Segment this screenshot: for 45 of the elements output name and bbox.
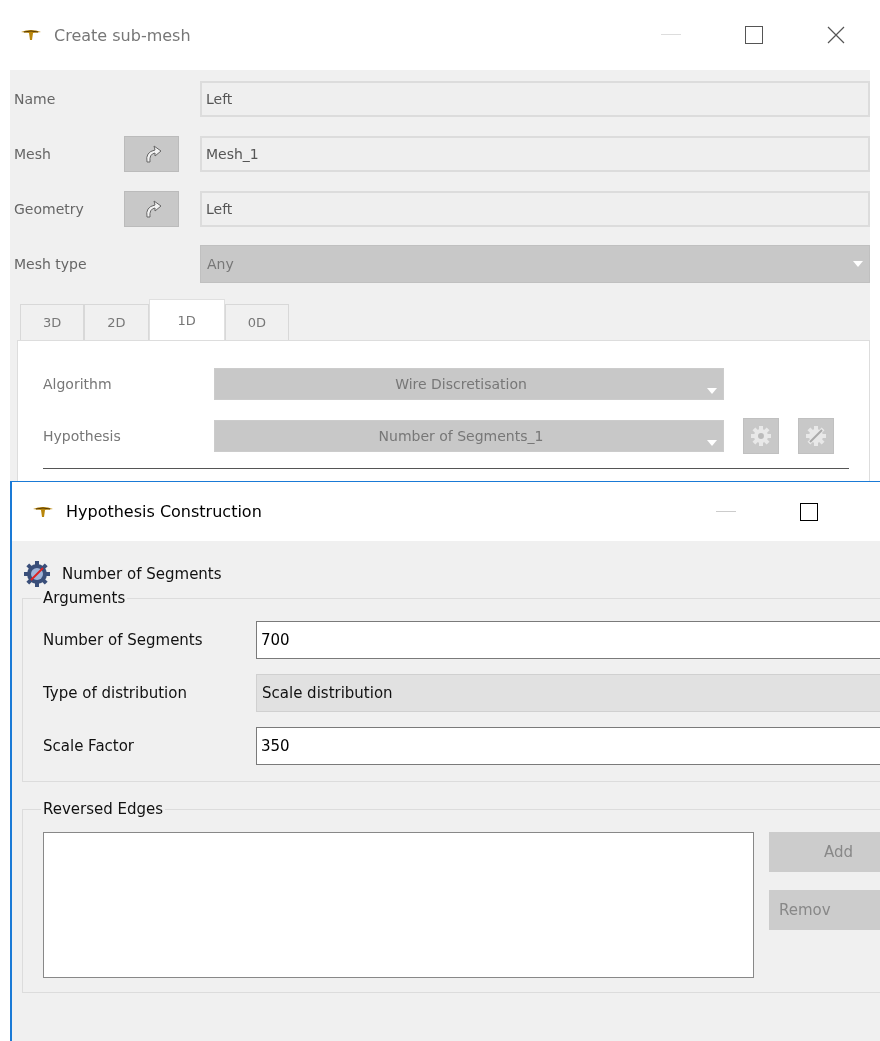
app-icon <box>32 505 54 518</box>
dropdown[interactable]: Scale distribution <box>256 674 880 712</box>
maximize-icon <box>800 502 818 521</box>
maximize-icon <box>745 26 763 44</box>
dropdown[interactable]: Any <box>200 245 870 283</box>
field-label: Geometry <box>13 201 85 217</box>
caret-icon <box>707 440 717 446</box>
field-label: Type of distribution <box>43 684 188 702</box>
dropdown[interactable]: Number of Segments_1 <box>214 420 724 452</box>
field-label: Number of Segments <box>43 631 204 649</box>
text-field[interactable]: Mesh_1 <box>200 136 870 172</box>
text-field[interactable]: Left <box>200 191 870 227</box>
caret-icon <box>707 388 717 394</box>
window-title: Hypothesis Construction <box>66 502 262 521</box>
field-label: Hypothesis <box>43 428 122 444</box>
gear-icon <box>22 559 52 589</box>
field-label: Mesh <box>13 146 52 162</box>
tab[interactable]: 3D <box>20 304 85 340</box>
gear-icon <box>804 424 828 448</box>
input-field[interactable]: 350 <box>256 727 880 765</box>
edit-hypothesis-button[interactable] <box>743 418 779 454</box>
group-title: Arguments <box>42 589 127 607</box>
group-title: Reversed Edges <box>42 800 165 818</box>
window-title: Create sub-mesh <box>54 25 191 45</box>
edge-list[interactable] <box>43 832 754 978</box>
close-icon <box>827 26 845 44</box>
select-button[interactable] <box>124 136 179 172</box>
gear-icon <box>749 424 773 448</box>
text-field[interactable]: Left <box>200 81 870 117</box>
tab[interactable]: 2D <box>84 304 149 340</box>
field-label: Mesh type <box>13 256 88 272</box>
input-field[interactable]: 700 <box>256 621 880 659</box>
field-label: Algorithm <box>43 376 113 392</box>
new-hypothesis-button[interactable] <box>798 418 834 454</box>
minimize-icon <box>716 510 736 513</box>
select-button[interactable] <box>124 191 179 227</box>
dialog-heading: Number of Segments <box>62 565 222 583</box>
field-label: Scale Factor <box>43 737 136 755</box>
app-icon <box>20 29 42 41</box>
dropdown[interactable]: Wire Discretisation <box>214 368 724 400</box>
field-label: Name <box>13 91 57 107</box>
tab[interactable]: 0D <box>224 304 290 340</box>
minimize-icon <box>661 34 681 36</box>
tab[interactable]: 1D <box>148 299 225 340</box>
caret-icon <box>853 261 863 267</box>
